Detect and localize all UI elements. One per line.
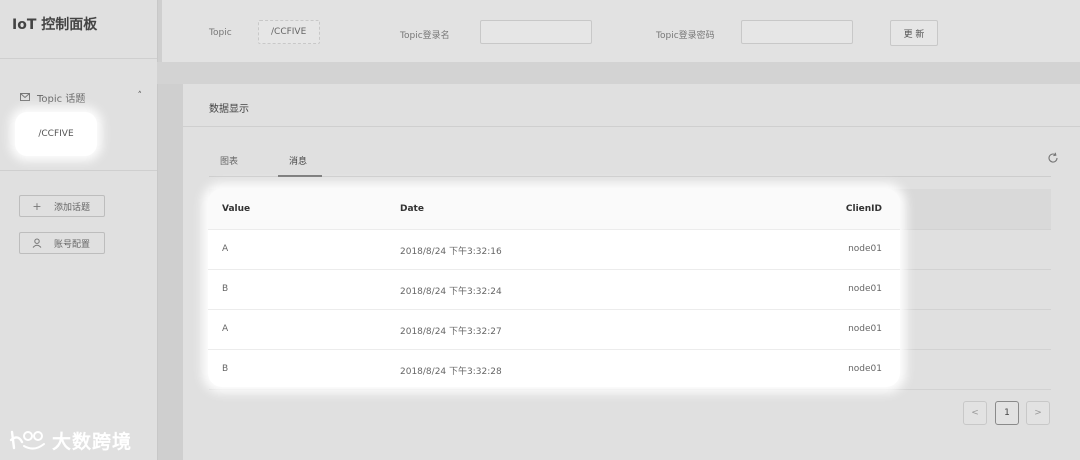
tab-active-indicator	[278, 175, 322, 177]
divider	[183, 126, 1080, 127]
cell-value: A	[222, 244, 229, 254]
sidebar: IoT 控制面板 Topic 话题 ˄ /CCFIVE + 添加话题 账号配置 …	[0, 0, 158, 460]
column-header-date[interactable]: Date	[400, 204, 424, 214]
topic-login-label: Topic登录名	[400, 31, 450, 41]
plus-icon: +	[32, 199, 42, 213]
pagination-prev-button[interactable]: <	[963, 401, 987, 425]
account-config-button[interactable]: 账号配置	[19, 232, 105, 254]
column-header-value[interactable]: Value	[222, 204, 250, 214]
cell-clientid: node01	[848, 364, 882, 374]
menu-topic-label: Topic 话题	[37, 93, 86, 105]
sidebar-item-topic[interactable]: /CCFIVE	[15, 112, 97, 156]
topic-password-label: Topic登录密码	[656, 31, 715, 41]
watermark-text: 大数跨境	[52, 430, 133, 453]
topic-settings-bar: Topic /CCFIVE Topic登录名 Topic登录密码 更 新	[162, 0, 1080, 62]
cell-clientid: node01	[848, 324, 882, 334]
cell-date: 2018/8/24 下午3:32:27	[400, 327, 502, 337]
table-row[interactable]: B 2018/8/24 下午3:32:24 node01	[208, 269, 900, 310]
table-row[interactable]: B 2018/8/24 下午3:32:28 node01	[208, 349, 900, 387]
table-header-row: Value Date ClienID	[208, 189, 900, 230]
table-row[interactable]: A 2018/8/24 下午3:32:16 node01	[208, 229, 900, 270]
user-icon	[32, 238, 42, 248]
cell-clientid: node01	[848, 244, 882, 254]
column-header-clientid[interactable]: ClienID	[846, 204, 882, 214]
update-button[interactable]: 更 新	[890, 20, 938, 46]
cell-value: A	[222, 324, 229, 334]
topic-password-input[interactable]	[741, 20, 853, 44]
pagination-next-button[interactable]: >	[1026, 401, 1050, 425]
topic-label: Topic	[209, 28, 232, 38]
cell-value: B	[222, 364, 229, 374]
app-title: IoT 控制面板	[12, 17, 98, 33]
table-row[interactable]: A 2018/8/24 下午3:32:27 node01	[208, 309, 900, 350]
pagination-page-1[interactable]: 1	[995, 401, 1019, 425]
logo-icon	[9, 430, 45, 450]
add-topic-label: 添加话题	[54, 202, 91, 213]
mail-icon	[20, 93, 30, 101]
cell-date: 2018/8/24 下午3:32:24	[400, 287, 502, 297]
chevron-up-icon[interactable]: ˄	[138, 91, 143, 101]
tab-messages[interactable]: 消息	[289, 154, 307, 167]
refresh-icon[interactable]	[1047, 152, 1059, 164]
messages-table: Value Date ClienID A 2018/8/24 下午3:32:16…	[208, 189, 900, 387]
topic-field[interactable]: /CCFIVE	[258, 20, 320, 44]
add-topic-button[interactable]: + 添加话题	[19, 195, 105, 217]
account-config-label: 账号配置	[54, 239, 91, 250]
tab-bar: 图表 消息	[209, 148, 1058, 177]
topic-login-input[interactable]	[480, 20, 592, 44]
watermark-logo: 大数跨境	[8, 426, 132, 454]
cell-date: 2018/8/24 下午3:32:28	[400, 367, 502, 377]
divider	[0, 170, 157, 171]
card-title: 数据显示	[209, 104, 249, 115]
menu-topic-header[interactable]: Topic 话题 ˄	[20, 90, 144, 105]
tab-chart[interactable]: 图表	[220, 154, 238, 167]
divider	[0, 58, 157, 59]
background-strip	[157, 62, 1080, 84]
cell-clientid: node01	[848, 284, 882, 294]
cell-value: B	[222, 284, 229, 294]
cell-date: 2018/8/24 下午3:32:16	[400, 247, 502, 257]
